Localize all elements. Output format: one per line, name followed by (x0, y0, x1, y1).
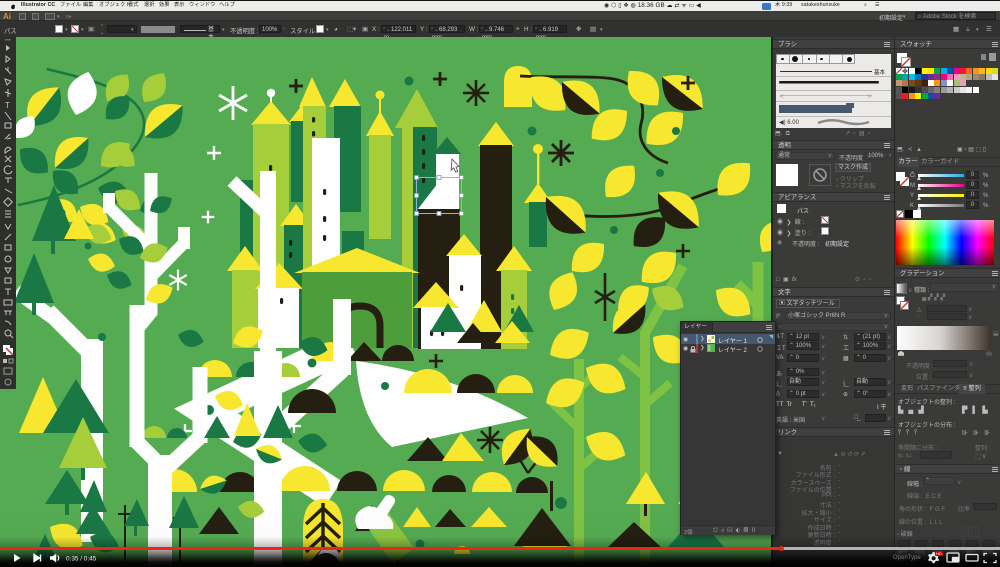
svg-text:OpenType: OpenType (893, 555, 921, 561)
svg-text:T: T (5, 101, 10, 110)
svg-text:0:35 / 0:45: 0:35 / 0:45 (66, 556, 97, 563)
svg-text:HD: HD (936, 551, 942, 556)
